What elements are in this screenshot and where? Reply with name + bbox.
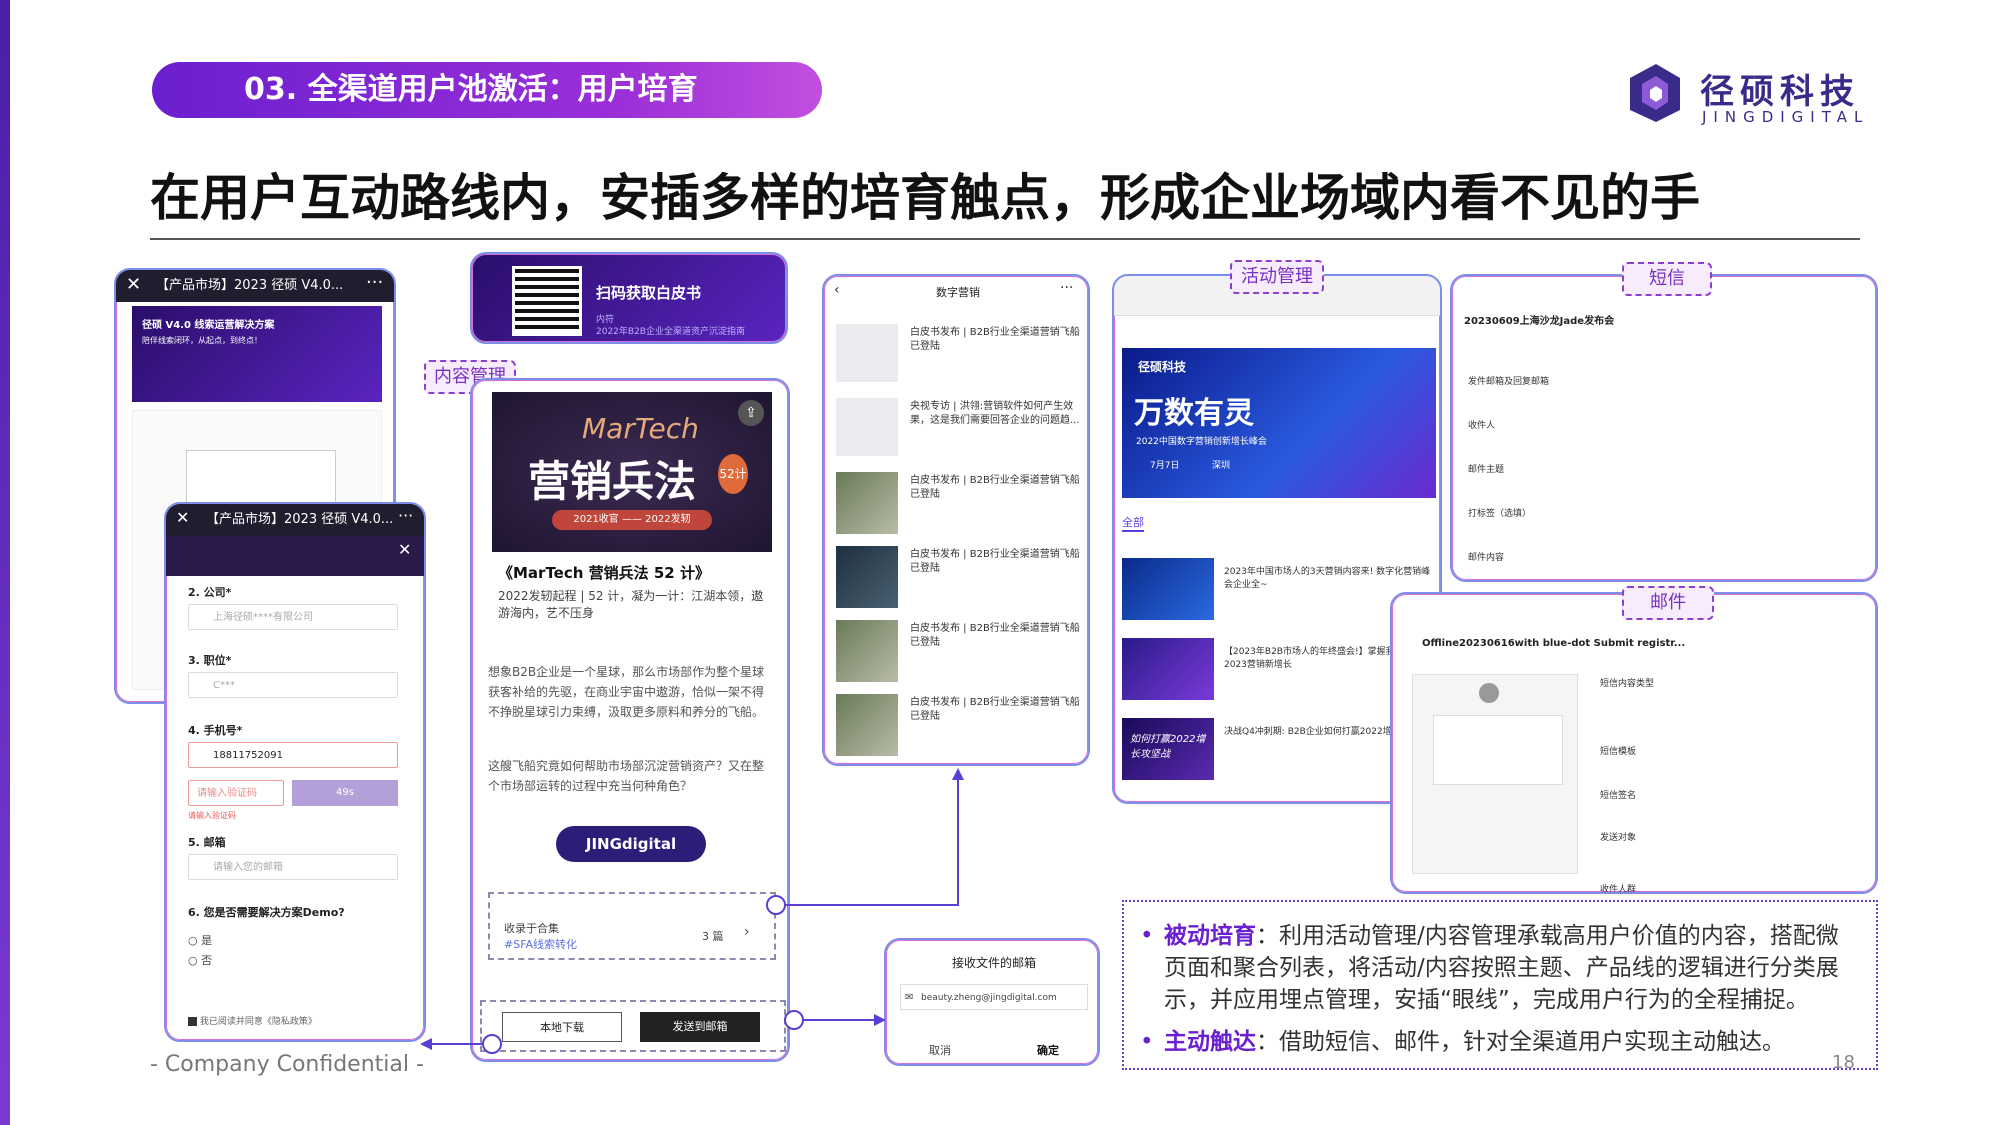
text-passive: ：利用活动管理/内容管理承载高用户价值的内容，搭配微页面和聚合列表，将活动/内容… xyxy=(1164,923,1839,1013)
bullet-icon: • xyxy=(1140,923,1154,949)
page-number: 18 xyxy=(1832,1052,1855,1073)
keyword-active: 主动触达 xyxy=(1164,1029,1256,1055)
explanation-active: • 主动触达：借助短信、邮件，针对全渠道用户实现主动触达。 xyxy=(1140,1026,1854,1058)
text-active: ：借助短信、邮件，针对全渠道用户实现主动触达。 xyxy=(1256,1029,1785,1055)
bullet-icon: • xyxy=(1140,1029,1154,1055)
confidential-footer: - Company Confidential - xyxy=(150,1052,424,1077)
explanation-box: • 被动培育：利用活动管理/内容管理承载高用户价值的内容，搭配微页面和聚合列表，… xyxy=(1122,900,1878,1070)
keyword-passive: 被动培育 xyxy=(1164,923,1256,949)
explanation-passive: • 被动培育：利用活动管理/内容管理承载高用户价值的内容，搭配微页面和聚合列表，… xyxy=(1140,920,1854,1016)
